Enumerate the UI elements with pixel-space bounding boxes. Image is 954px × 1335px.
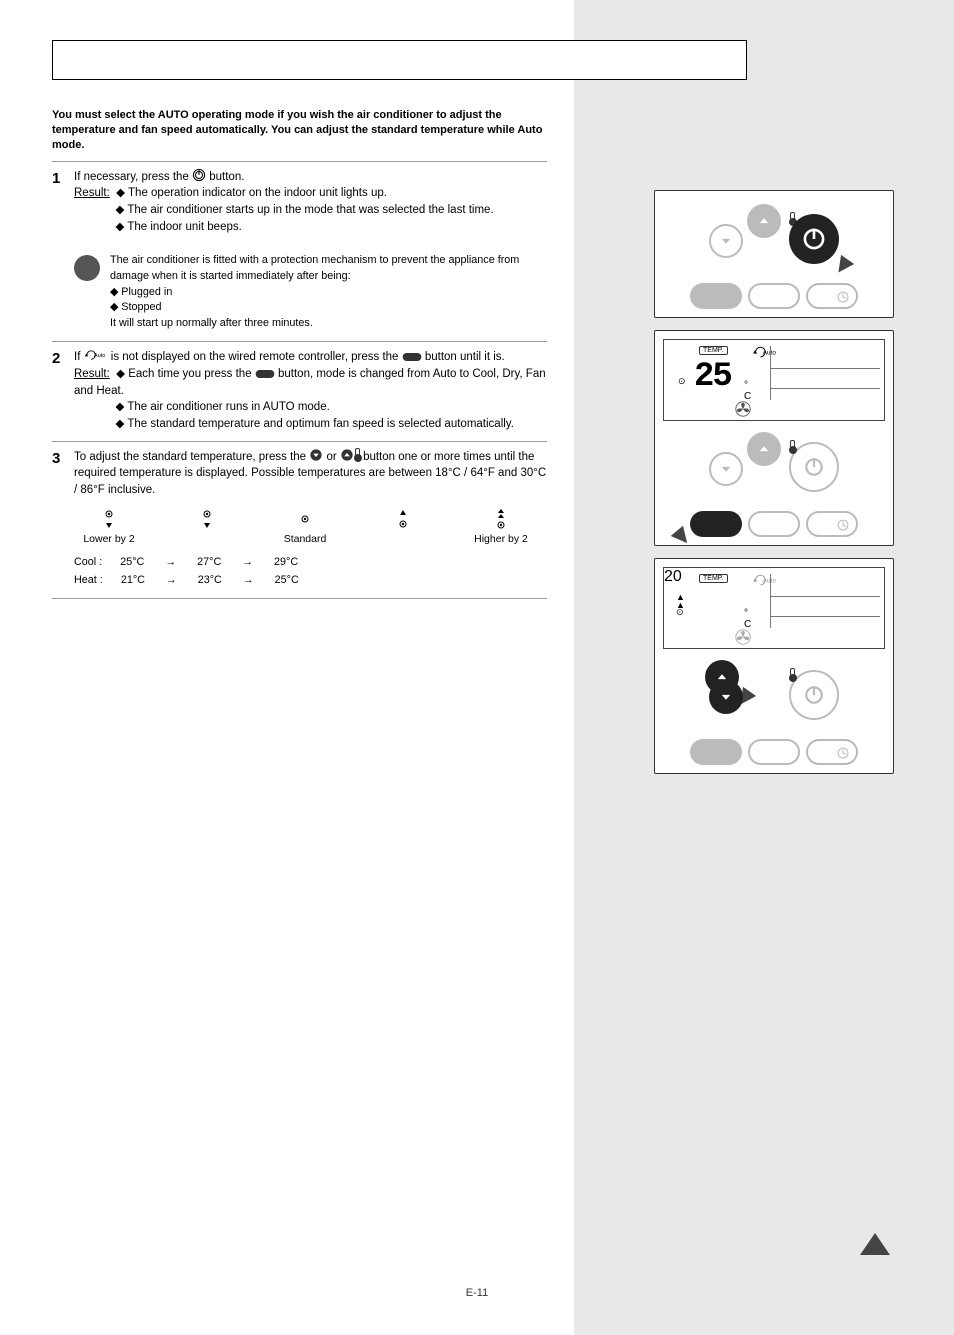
temperature-table: Lower by 2 Standard Higher by 2 — [52, 509, 547, 547]
step-number: 2 — [52, 348, 60, 370]
temp-range-icon — [298, 509, 312, 529]
mode-button-icon — [255, 369, 275, 379]
temp-range-icon — [494, 509, 508, 529]
step-number: 3 — [52, 448, 60, 470]
fan-icon — [734, 628, 752, 646]
title-box — [52, 40, 747, 80]
separator — [52, 341, 547, 342]
page-number: E-11 — [466, 1287, 488, 1299]
power-icon — [192, 168, 206, 182]
temp-range-icon — [200, 509, 214, 529]
chevron-down-icon — [719, 690, 733, 704]
thermometer-icon — [789, 668, 795, 682]
auto-icon: Auto — [84, 348, 108, 362]
temp-range-icon — [396, 509, 410, 529]
down-button-icon — [309, 448, 323, 462]
fan-button[interactable] — [748, 739, 800, 765]
separator — [52, 161, 547, 162]
timer-button[interactable] — [806, 739, 858, 765]
info-icon — [74, 255, 100, 281]
intro-text: You must select the AUTO operating mode … — [52, 108, 547, 153]
info-block: The air conditioner is fitted with a pro… — [74, 253, 547, 331]
clock-icon — [836, 746, 850, 760]
mode-button[interactable] — [690, 739, 742, 765]
mode-button-icon — [402, 352, 422, 362]
step-2: 2 If Auto is not displayed on the wired … — [52, 348, 547, 432]
thermometer-icon — [354, 448, 360, 462]
celsius-label: °C — [744, 608, 751, 630]
temp-down-button[interactable] — [709, 680, 743, 714]
page-arrow-icon — [860, 1233, 890, 1255]
power-icon — [803, 684, 825, 706]
svg-text:Auto: Auto — [93, 354, 105, 360]
temp-range-icon — [102, 509, 116, 529]
step-1: 1 If necessary, press the button. Result… — [52, 168, 547, 332]
separator — [52, 598, 547, 599]
up-button-icon — [340, 448, 354, 462]
temperature-values: Cool : 25°C → 27°C → 29°C Heat : 21°C → … — [52, 553, 547, 590]
step-number: 1 — [52, 168, 60, 190]
step-3: 3 To adjust the standard temperature, pr… — [52, 448, 547, 499]
separator — [52, 441, 547, 442]
